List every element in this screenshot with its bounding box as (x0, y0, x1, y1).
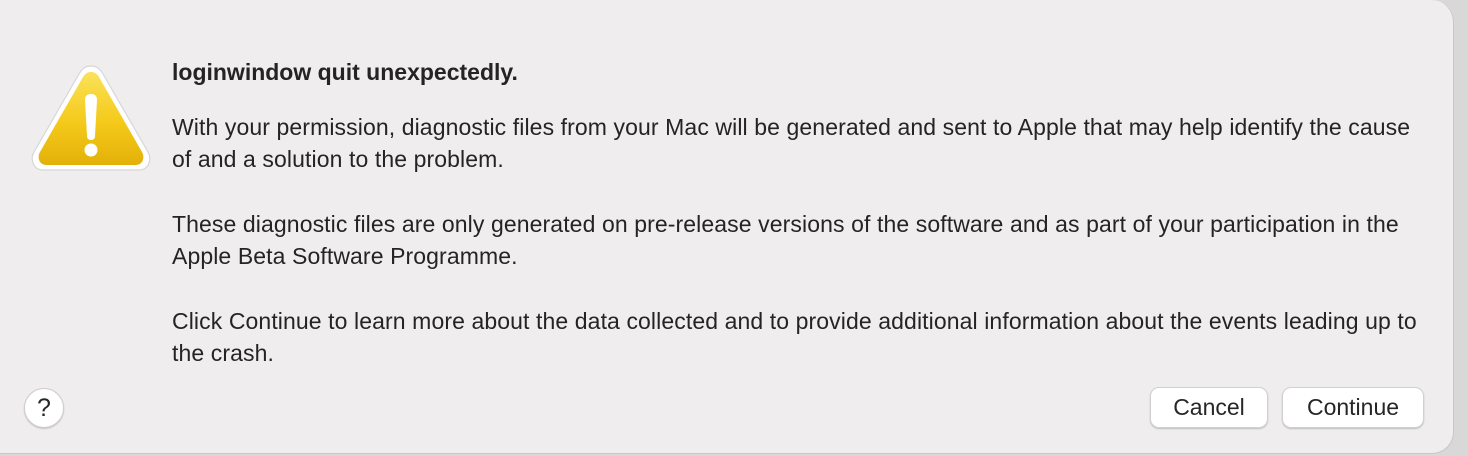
cancel-button[interactable]: Cancel (1150, 387, 1268, 428)
warning-icon (30, 64, 152, 174)
dialog-message-permission: With your permission, diagnostic files f… (172, 114, 1411, 172)
dialog-title: loginwindow quit unexpectedly. (172, 59, 518, 85)
continue-button[interactable]: Continue (1282, 387, 1424, 428)
help-button[interactable]: ? (24, 388, 64, 428)
crash-report-dialog: loginwindow quit unexpectedly. With your… (0, 0, 1454, 454)
dialog-message-continue: Click Continue to learn more about the d… (172, 308, 1417, 366)
dialog-content: loginwindow quit unexpectedly. With your… (172, 57, 1432, 402)
dialog-message-beta: These diagnostic files are only generate… (172, 211, 1399, 269)
